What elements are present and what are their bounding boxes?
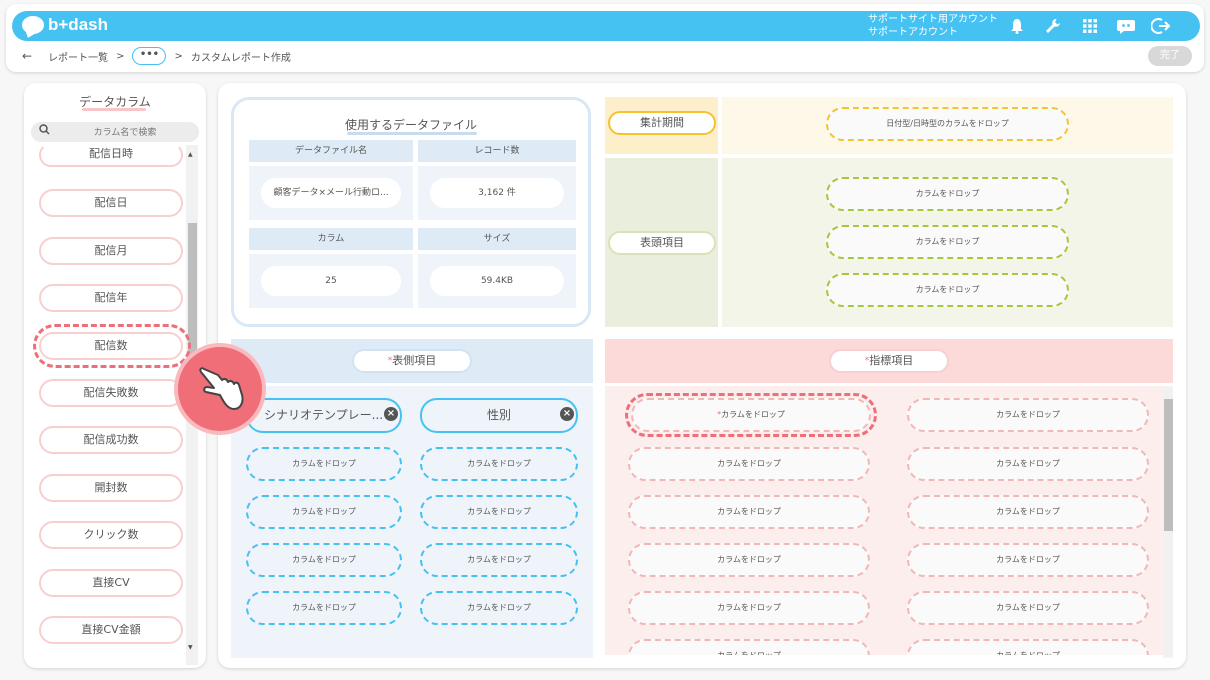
grid-icon[interactable]: [1079, 15, 1101, 37]
metric-drop-zone-label: カラムをドロップ: [721, 410, 785, 419]
scroll-up-arrow-icon[interactable]: ▲: [188, 151, 193, 158]
row-drop-zone[interactable]: カラムをドロップ: [420, 495, 578, 529]
column-item[interactable]: 直接CV金額: [39, 616, 183, 644]
metric-items-label-text: 指標項目: [869, 354, 914, 367]
report-builder-panel: 使用するデータファイル データファイル名 レコード数 顧客データ×メール行動ロ.…: [218, 83, 1186, 668]
done-button[interactable]: 完了: [1148, 46, 1192, 66]
logout-icon[interactable]: [1150, 15, 1172, 37]
breadcrumb-separator: >: [116, 50, 125, 62]
breadcrumb-report-list[interactable]: レポート一覧: [48, 49, 108, 64]
bell-icon[interactable]: [1006, 15, 1028, 37]
drag-source-highlight: [33, 324, 191, 368]
row-drop-zone[interactable]: カラムをドロップ: [420, 543, 578, 577]
column-item[interactable]: 配信日時: [39, 143, 183, 167]
metric-drop-zone[interactable]: カラムをドロップ: [907, 398, 1149, 432]
logo[interactable]: b+dash: [22, 15, 108, 35]
metric-drop-zone-active[interactable]: *カラムをドロップ: [631, 398, 871, 432]
row-item-filled[interactable]: シナリオテンプレー...: [246, 398, 402, 433]
logo-text: b+dash: [48, 15, 108, 34]
search-icon: [39, 124, 50, 138]
metric-drop-zone[interactable]: カラムをドロップ: [628, 495, 870, 529]
column-item[interactable]: 配信日: [39, 189, 183, 217]
account-line2: サポートアカウント: [868, 27, 958, 38]
column-count-header: カラム: [249, 228, 413, 250]
title-underline: [347, 132, 477, 135]
header-drop-zone[interactable]: カラムをドロップ: [826, 225, 1069, 259]
account-info[interactable]: サポートサイト用アカウント サポートアカウント: [868, 13, 998, 39]
column-item[interactable]: 配信失敗数: [39, 379, 183, 407]
breadcrumb-separator: >: [174, 50, 183, 62]
column-item[interactable]: 配信年: [39, 284, 183, 312]
data-file-name-value: 顧客データ×メール行動ロ...: [261, 178, 401, 208]
row-items-label: *表側項目: [352, 349, 472, 373]
row-items-label-text: 表側項目: [392, 354, 437, 367]
data-file-name-cell: 顧客データ×メール行動ロ...: [249, 166, 413, 220]
row-drop-zone[interactable]: カラムをドロップ: [246, 447, 402, 481]
metric-drop-zone[interactable]: カラムをドロップ: [907, 447, 1149, 481]
column-count-value: 25: [261, 266, 401, 296]
hand-pointer-icon: [174, 343, 266, 435]
metric-list-scroll-thumb[interactable]: [1164, 399, 1173, 531]
row-item-filled-label: シナリオテンプレー...: [264, 408, 384, 422]
back-arrow-icon[interactable]: ←: [22, 49, 32, 63]
column-item[interactable]: 直接CV: [39, 569, 183, 597]
scroll-down-arrow-icon[interactable]: ▼: [188, 644, 193, 651]
period-label: 集計期間: [608, 111, 716, 135]
column-item[interactable]: 配信成功数: [39, 426, 183, 454]
row-drop-zone[interactable]: カラムをドロップ: [246, 591, 402, 625]
wrench-icon[interactable]: [1042, 15, 1064, 37]
title-underline: [82, 108, 146, 111]
record-count-cell: 3,162 件: [418, 166, 576, 220]
row-drop-zone[interactable]: カラムをドロップ: [420, 447, 578, 481]
chat-bot-icon[interactable]: [1115, 15, 1137, 37]
column-search-input[interactable]: [57, 122, 193, 142]
header-drop-zone[interactable]: カラムをドロップ: [826, 177, 1069, 211]
row-drop-zone[interactable]: カラムをドロップ: [246, 495, 402, 529]
size-value: 59.4KB: [430, 266, 564, 296]
panel-bottom-mask: [605, 655, 1163, 668]
metric-drop-zone[interactable]: カラムをドロップ: [628, 543, 870, 577]
remove-icon[interactable]: ×: [560, 407, 574, 421]
row-drop-zone[interactable]: カラムをドロップ: [246, 543, 402, 577]
breadcrumb: ← レポート一覧 > ••• > カスタムレポート作成: [22, 46, 291, 66]
remove-icon[interactable]: ×: [384, 407, 398, 421]
header-drop-zone[interactable]: カラムをドロップ: [826, 273, 1069, 307]
row-item-filled[interactable]: 性別: [420, 398, 578, 433]
metric-items-label: *指標項目: [829, 349, 949, 373]
column-item[interactable]: クリック数: [39, 521, 183, 549]
metric-drop-zone[interactable]: カラムをドロップ: [628, 447, 870, 481]
period-drop-zone[interactable]: 日付型/日時型のカラムをドロップ: [826, 107, 1069, 141]
data-file-card: 使用するデータファイル データファイル名 レコード数 顧客データ×メール行動ロ.…: [231, 97, 591, 327]
metric-drop-zone[interactable]: カラムをドロップ: [907, 543, 1149, 577]
row-drop-zone[interactable]: カラムをドロップ: [420, 591, 578, 625]
column-search-box[interactable]: [31, 122, 199, 142]
record-count-value: 3,162 件: [430, 178, 564, 208]
column-count-cell: 25: [249, 254, 413, 308]
size-header: サイズ: [418, 228, 576, 250]
breadcrumb-more-button[interactable]: •••: [132, 47, 167, 65]
metric-drop-zone[interactable]: カラムをドロップ: [628, 591, 870, 625]
logo-bubble-icon: [22, 16, 44, 34]
data-file-name-header: データファイル名: [249, 140, 413, 162]
size-cell: 59.4KB: [418, 254, 576, 308]
metric-drop-zone[interactable]: カラムをドロップ: [907, 591, 1149, 625]
column-item[interactable]: 配信月: [39, 237, 183, 265]
column-item[interactable]: 開封数: [39, 474, 183, 502]
record-count-header: レコード数: [418, 140, 576, 162]
metric-drop-zone[interactable]: カラムをドロップ: [907, 495, 1149, 529]
top-bar: b+dash サポートサイト用アカウント サポートアカウント: [12, 11, 1200, 41]
data-file-title: 使用するデータファイル: [344, 118, 477, 132]
breadcrumb-current: カスタムレポート作成: [190, 52, 291, 64]
header-items-label: 表頭項目: [608, 231, 716, 255]
row-item-filled-label: 性別: [486, 408, 511, 422]
account-line1: サポートサイト用アカウント: [868, 14, 998, 25]
